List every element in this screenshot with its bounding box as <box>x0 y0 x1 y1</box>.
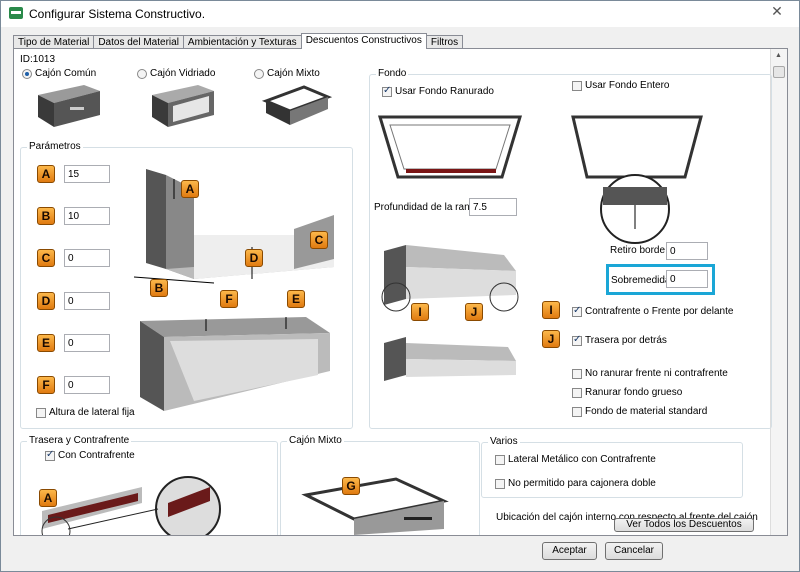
altura-lateral-fija-checkbox[interactable] <box>36 408 46 418</box>
badge-a: A <box>37 165 55 183</box>
scroll-thumb[interactable] <box>773 66 785 78</box>
tab-bar: Tipo de Material Datos del Material Ambi… <box>13 33 464 49</box>
con-contrafrente-checkbox[interactable] <box>45 449 55 461</box>
parametros-diagram-bottom <box>140 317 330 411</box>
drawer-common-image <box>38 85 100 127</box>
fondo-entero-checkbox[interactable] <box>572 81 582 91</box>
badge-i: I <box>542 301 560 319</box>
no-permitido-doble-checkbox[interactable] <box>495 479 505 489</box>
no-ranurar-label: No ranurar frente ni contrafrente <box>585 368 728 379</box>
fondo-entero-label: Usar Fondo Entero <box>585 80 670 91</box>
param-b-input[interactable]: 10 <box>64 207 110 225</box>
badge-j: J <box>542 330 560 348</box>
trasera-detras-label: Trasera por detrás <box>585 335 667 346</box>
badge-f: F <box>37 376 55 394</box>
sobremedida-input[interactable]: 0 <box>666 270 708 288</box>
cajon-comun-label: Cajón Común <box>35 68 97 79</box>
cajon-mixto-title: Cajón Mixto <box>287 435 344 446</box>
fondo-standard-checkbox[interactable] <box>572 407 582 417</box>
parametros-title: Parámetros <box>27 141 83 152</box>
no-permitido-doble-label: No permitido para cajonera doble <box>508 478 656 489</box>
accept-button[interactable]: Aceptar <box>542 542 597 560</box>
sobremedida-label: Sobremedida <box>611 275 671 286</box>
tab-panel: ▲ ID:1013 Cajón Común Cajón Vidriado Caj… <box>13 48 788 536</box>
fondo-ranurado-checkbox[interactable] <box>382 85 392 97</box>
tab-descuentos[interactable]: Descuentos Constructivos <box>300 33 427 49</box>
trasera-title: Trasera y Contrafrente <box>27 435 132 446</box>
fondo-badge-j-diagram: J <box>465 303 483 321</box>
drawer-mixed-image <box>261 85 333 125</box>
diagram-badge-d: D <box>245 249 263 267</box>
tab-filtros[interactable]: Filtros <box>425 35 464 49</box>
param-e-input[interactable]: 0 <box>64 334 110 352</box>
radio-cajon-vidriado[interactable] <box>137 69 147 79</box>
fondo-badge-i-diagram: I <box>411 303 429 321</box>
drawer-glass-image <box>152 85 214 127</box>
tab-ambientacion[interactable]: Ambientación y Texturas <box>182 35 302 49</box>
badge-e: E <box>37 334 55 352</box>
app-icon <box>9 7 23 19</box>
contrafrente-delante-label: Contrafrente o Frente por delante <box>585 306 734 317</box>
tab-tipo-material[interactable]: Tipo de Material <box>13 35 95 49</box>
scroll-up-icon[interactable]: ▲ <box>775 52 782 59</box>
param-a-input[interactable]: 15 <box>64 165 110 183</box>
cajon-vidriado-label: Cajón Vidriado <box>150 68 216 79</box>
varios-title: Varios <box>488 436 520 447</box>
diagram-badge-c: C <box>310 231 328 249</box>
no-ranurar-checkbox[interactable] <box>572 369 582 379</box>
param-d-input[interactable]: 0 <box>64 292 110 310</box>
id-label: ID:1013 <box>20 54 56 65</box>
diagram-badge-a: A <box>181 180 199 198</box>
contrafrente-delante-checkbox[interactable] <box>572 305 582 317</box>
trasera-detras-checkbox[interactable] <box>572 334 582 346</box>
badge-c: C <box>37 249 55 267</box>
vertical-scrollbar[interactable]: ▲ <box>770 49 787 535</box>
retiro-borde-label: Retiro borde <box>610 245 666 256</box>
ranurar-grueso-checkbox[interactable] <box>572 388 582 398</box>
radio-cajon-comun[interactable] <box>22 69 32 79</box>
param-c-input[interactable]: 0 <box>64 249 110 267</box>
fondo-entero-image <box>571 115 703 244</box>
fondo-detail-image-2 <box>384 337 516 381</box>
close-button[interactable]: ✕ <box>759 1 795 21</box>
dialog-window: Configurar Sistema Constructivo. ✕ Tipo … <box>0 0 800 572</box>
fondo-ranurado-label: Usar Fondo Ranurado <box>395 86 494 97</box>
retiro-borde-input[interactable]: 0 <box>666 242 708 260</box>
lateral-metalico-checkbox[interactable] <box>495 455 505 465</box>
cajon-mixto-image <box>301 477 449 535</box>
tab-datos-material[interactable]: Datos del Material <box>93 35 184 49</box>
trasera-image <box>41 476 221 535</box>
diagram-badge-b: B <box>150 279 168 297</box>
cajon-mixto-label: Cajón Mixto <box>267 68 320 79</box>
cancel-button[interactable]: Cancelar <box>605 542 663 560</box>
diagram-badge-e: E <box>287 290 305 308</box>
lateral-metalico-label: Lateral Metálico con Contrafrente <box>508 454 656 465</box>
con-contrafrente-label: Con Contrafrente <box>58 450 135 461</box>
radio-cajon-mixto[interactable] <box>254 69 264 79</box>
profundidad-ranura-label: Profundidad de la ranura <box>374 202 485 213</box>
badge-b: B <box>37 207 55 225</box>
window-title: Configurar Sistema Constructivo. <box>29 7 206 21</box>
profundidad-ranura-input[interactable]: 7.5 <box>469 198 517 216</box>
diagram-badge-f: F <box>220 290 238 308</box>
fondo-ranurado-image <box>377 115 523 179</box>
badge-d: D <box>37 292 55 310</box>
ver-todos-button[interactable]: Ver Todos los Descuentos <box>614 518 754 532</box>
param-f-input[interactable]: 0 <box>64 376 110 394</box>
fondo-title: Fondo <box>376 68 409 79</box>
fondo-standard-label: Fondo de material standard <box>585 406 708 417</box>
mixto-badge-g: G <box>342 477 360 495</box>
fondo-detail-image-1 <box>381 245 519 312</box>
ranurar-grueso-label: Ranurar fondo grueso <box>585 387 683 398</box>
varios-group: Varios <box>481 436 743 498</box>
altura-lateral-fija-label: Altura de lateral fija <box>49 407 135 418</box>
title-bar: Configurar Sistema Constructivo. ✕ <box>1 1 799 27</box>
